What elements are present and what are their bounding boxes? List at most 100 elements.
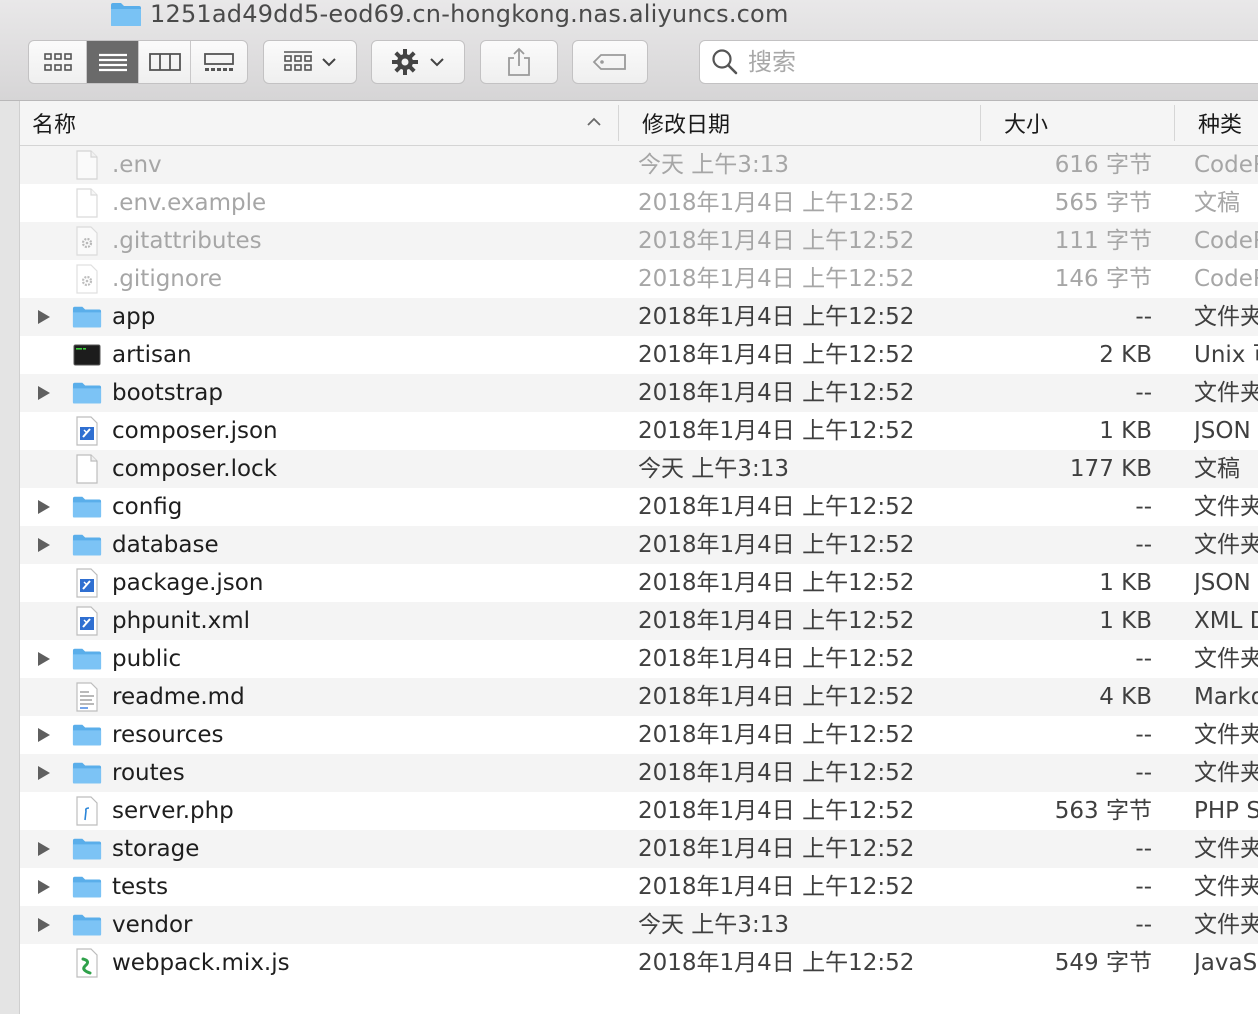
file-row[interactable]: composer.json 2018年1月4日 上午12:52 1 KB JSON	[20, 412, 1258, 450]
icon-view-button[interactable]	[29, 41, 87, 83]
file-name[interactable]: .gitattributes	[112, 222, 622, 260]
file-name[interactable]: config	[112, 488, 622, 526]
disclosure-triangle-icon[interactable]	[34, 830, 54, 868]
file-kind: PHP S	[1194, 798, 1258, 824]
file-row[interactable]: database 2018年1月4日 上午12:52 -- 文件夹	[20, 526, 1258, 564]
file-name[interactable]: server.php	[112, 792, 622, 830]
file-date: 2018年1月4日 上午12:52	[638, 570, 915, 596]
file-name[interactable]: artisan	[112, 336, 622, 374]
file-name[interactable]: bootstrap	[112, 374, 622, 412]
file-kind: JSON	[1194, 570, 1251, 596]
column-view-button[interactable]	[139, 41, 191, 83]
sort-ascending-icon	[587, 117, 601, 126]
file-size: 616 字节	[1054, 152, 1152, 178]
file-row[interactable]: webpack.mix.js 2018年1月4日 上午12:52 549 字节 Jav…	[20, 944, 1258, 982]
gallery-view-button[interactable]	[191, 41, 247, 83]
file-kind: CodeR	[1194, 228, 1258, 254]
file-row[interactable]: .env 今天 上午3:13 616 字节 CodeR	[20, 146, 1258, 184]
file-size: 1 KB	[1099, 608, 1152, 634]
file-row[interactable]: config 2018年1月4日 上午12:52 -- 文件夹	[20, 488, 1258, 526]
disclosure-triangle-icon[interactable]	[34, 906, 54, 944]
file-size: --	[1135, 380, 1152, 406]
file-size: 4 KB	[1099, 684, 1152, 710]
file-name[interactable]: database	[112, 526, 622, 564]
search-field[interactable]	[699, 40, 1258, 84]
file-name[interactable]: .gitignore	[112, 260, 622, 298]
file-row[interactable]: resources 2018年1月4日 上午12:52 -- 文件夹	[20, 716, 1258, 754]
window-left-edge	[0, 101, 20, 1014]
file-name[interactable]: .env.example	[112, 184, 622, 222]
file-row[interactable]: package.json 2018年1月4日 上午12:52 1 KB JSON	[20, 564, 1258, 602]
file-row[interactable]: .gitattributes 2018年1月4日 上午12:52 111 字节 Cod…	[20, 222, 1258, 260]
file-name[interactable]: webpack.mix.js	[112, 944, 622, 982]
folder-icon	[72, 526, 102, 564]
file-row[interactable]: storage 2018年1月4日 上午12:52 -- 文件夹	[20, 830, 1258, 868]
file-row[interactable]: phpunit.xml 2018年1月4日 上午12:52 1 KB XML D	[20, 602, 1258, 640]
column-header-kind[interactable]: 种类	[1198, 101, 1258, 145]
file-name[interactable]: composer.lock	[112, 450, 622, 488]
file-name[interactable]: readme.md	[112, 678, 622, 716]
disclosure-triangle-icon[interactable]	[34, 374, 54, 412]
disclosure-triangle-icon[interactable]	[34, 754, 54, 792]
file-name[interactable]: composer.json	[112, 412, 622, 450]
file-date: 2018年1月4日 上午12:52	[638, 532, 915, 558]
file-name[interactable]: app	[112, 298, 622, 336]
file-kind: 文稿	[1194, 456, 1240, 482]
file-row[interactable]: routes 2018年1月4日 上午12:52 -- 文件夹	[20, 754, 1258, 792]
column-header-name[interactable]: 名称	[32, 101, 612, 145]
file-kind: 文件夹	[1194, 912, 1258, 938]
disclosure-triangle-icon[interactable]	[34, 488, 54, 526]
code-document-icon	[72, 412, 102, 450]
tags-button[interactable]	[572, 40, 648, 84]
column-divider[interactable]	[1174, 105, 1175, 141]
file-name[interactable]: public	[112, 640, 622, 678]
file-row[interactable]: public 2018年1月4日 上午12:52 -- 文件夹	[20, 640, 1258, 678]
file-kind: 文件夹	[1194, 836, 1258, 862]
column-divider[interactable]	[980, 105, 981, 141]
file-name[interactable]: tests	[112, 868, 622, 906]
icon-view-icon	[43, 53, 72, 71]
list-view-button[interactable]	[87, 41, 139, 83]
file-date: 2018年1月4日 上午12:52	[638, 836, 915, 862]
gallery-view-icon	[204, 53, 234, 71]
file-name[interactable]: package.json	[112, 564, 622, 602]
column-header-size[interactable]: 大小	[1004, 101, 1164, 145]
group-by-button[interactable]	[263, 40, 357, 84]
file-name[interactable]: phpunit.xml	[112, 602, 622, 640]
file-row[interactable]: composer.lock 今天 上午3:13 177 KB 文稿	[20, 450, 1258, 488]
file-row[interactable]: server.php 2018年1月4日 上午12:52 563 字节 PHP S	[20, 792, 1258, 830]
group-by-icon	[284, 51, 312, 71]
disclosure-triangle-icon[interactable]	[34, 526, 54, 564]
file-date: 2018年1月4日 上午12:52	[638, 228, 915, 254]
file-row[interactable]: artisan 2018年1月4日 上午12:52 2 KB Unix 可	[20, 336, 1258, 374]
file-row[interactable]: .gitignore 2018年1月4日 上午12:52 146 字节 CodeR	[20, 260, 1258, 298]
file-row[interactable]: readme.md 2018年1月4日 上午12:52 4 KB Markd	[20, 678, 1258, 716]
js-document-icon	[72, 944, 102, 982]
column-header-date[interactable]: 修改日期	[642, 101, 972, 145]
column-divider[interactable]	[618, 105, 619, 141]
file-row[interactable]: app 2018年1月4日 上午12:52 -- 文件夹	[20, 298, 1258, 336]
disclosure-spacer	[34, 792, 54, 830]
file-size: 549 字节	[1054, 950, 1152, 976]
disclosure-triangle-icon[interactable]	[34, 298, 54, 336]
file-date: 2018年1月4日 上午12:52	[638, 760, 915, 786]
disclosure-triangle-icon[interactable]	[34, 716, 54, 754]
share-button[interactable]	[480, 40, 558, 84]
disclosure-triangle-icon[interactable]	[34, 868, 54, 906]
file-kind: 文件夹	[1194, 646, 1258, 672]
file-row[interactable]: bootstrap 2018年1月4日 上午12:52 -- 文件夹	[20, 374, 1258, 412]
file-date: 2018年1月4日 上午12:52	[638, 798, 915, 824]
disclosure-spacer	[34, 564, 54, 602]
file-name[interactable]: vendor	[112, 906, 622, 944]
disclosure-triangle-icon[interactable]	[34, 640, 54, 678]
action-button[interactable]	[371, 40, 465, 84]
file-row[interactable]: vendor 今天 上午3:13 -- 文件夹	[20, 906, 1258, 944]
file-name[interactable]: routes	[112, 754, 622, 792]
file-name[interactable]: storage	[112, 830, 622, 868]
file-size: --	[1135, 874, 1152, 900]
file-name[interactable]: resources	[112, 716, 622, 754]
file-name[interactable]: .env	[112, 146, 622, 184]
file-row[interactable]: .env.example 2018年1月4日 上午12:52 565 字节 文稿	[20, 184, 1258, 222]
file-row[interactable]: tests 2018年1月4日 上午12:52 -- 文件夹	[20, 868, 1258, 906]
search-input[interactable]	[748, 48, 1228, 76]
